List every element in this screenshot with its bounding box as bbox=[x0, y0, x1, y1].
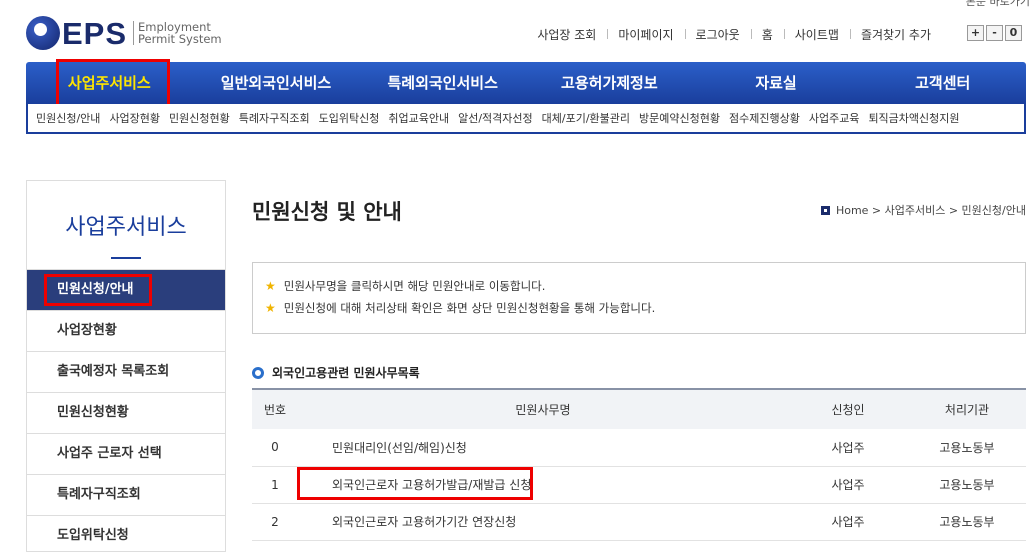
gnb-general-foreigner-service[interactable]: 일반외국인서비스 bbox=[193, 62, 360, 104]
breadcrumb-text: Home > 사업주서비스 > 민원신청/안내 bbox=[835, 204, 1026, 217]
cell-name-link[interactable]: 외국인근로자 고용허가기간 연장신청 bbox=[298, 503, 788, 541]
lnb-item-worker-selection[interactable]: 사업주 근로자 선택 bbox=[27, 433, 225, 474]
logo-subtitle-line2: Permit System bbox=[138, 32, 222, 46]
sub-nav: 민원신청/안내 사업장현황 민원신청현황 특례자구직조회 도입위탁신청 취업교육… bbox=[26, 104, 1026, 134]
gnb-resources[interactable]: 자료실 bbox=[693, 62, 860, 104]
subnav-item[interactable]: 도입위탁신청 bbox=[319, 110, 380, 126]
section-title-text: 외국인고용관련 민원사무목록 bbox=[272, 366, 420, 380]
eps-logo-icon bbox=[26, 16, 60, 50]
page-title: 민원신청 및 안내 bbox=[252, 200, 402, 224]
table-header-name: 민원사무명 bbox=[298, 388, 788, 429]
civil-affairs-table: 번호 민원사무명 신청인 처리기관 0 민원대리인(선임/해임)신청 사업주 고… bbox=[252, 388, 1026, 541]
subnav-item[interactable]: 특례자구직조회 bbox=[239, 110, 310, 126]
main-nav: 사업주서비스 일반외국인서비스 특례외국인서비스 고용허가제정보 자료실 고객센… bbox=[26, 62, 1026, 104]
left-nav: 사업주서비스 민원신청/안내 사업장현황 출국예정자 목록조회 민원신청현황 사… bbox=[26, 180, 226, 552]
notice-line: ★ 민원신청에 대해 처리상태 확인은 화면 상단 민원신청현황을 통해 가능합… bbox=[265, 300, 1013, 316]
table-header-agency: 처리기관 bbox=[908, 388, 1026, 429]
cell-applicant: 사업주 bbox=[788, 466, 908, 504]
notice-text: 민원신청에 대해 처리상태 확인은 화면 상단 민원신청현황을 통해 가능합니다… bbox=[283, 301, 656, 315]
cell-name-link[interactable]: 외국인근로자 고용허가발급/재발급 신청 bbox=[298, 466, 788, 504]
lnb-item-civil-application[interactable]: 민원신청/안내 bbox=[27, 269, 225, 310]
util-workplace-search[interactable]: 사업장 조회 bbox=[526, 26, 607, 43]
zoom-in-button[interactable]: + bbox=[967, 25, 984, 41]
util-add-favorite[interactable]: 즐겨찾기 추가 bbox=[849, 26, 942, 43]
breadcrumb: Home > 사업주서비스 > 민원신청/안내 bbox=[820, 202, 1026, 218]
cell-applicant: 사업주 bbox=[788, 503, 908, 541]
gnb-customer-center[interactable]: 고객센터 bbox=[859, 62, 1026, 104]
util-home[interactable]: 홈 bbox=[750, 26, 784, 43]
subnav-item[interactable]: 대체/포기/환불관리 bbox=[542, 110, 630, 126]
eps-logo[interactable]: EPS Employment Permit System bbox=[26, 16, 222, 50]
subnav-item[interactable]: 사업주교육 bbox=[809, 110, 860, 126]
table-header-row: 번호 민원사무명 신청인 처리기관 bbox=[252, 388, 1026, 429]
cell-name-link[interactable]: 민원대리인(선임/해임)신청 bbox=[298, 429, 788, 467]
section-title: 외국인고용관련 민원사무목록 bbox=[252, 364, 420, 381]
notice-line: ★ 민원사무명을 클릭하시면 해당 민원안내로 이동합니다. bbox=[265, 278, 1013, 294]
bullet-circle-icon bbox=[252, 366, 264, 379]
lnb-item-departure-list[interactable]: 출국예정자 목록조회 bbox=[27, 351, 225, 392]
subnav-item[interactable]: 퇴직금차액신청지원 bbox=[868, 110, 959, 126]
table-row: 2 외국인근로자 고용허가기간 연장신청 사업주 고용노동부 bbox=[252, 503, 1026, 541]
notice-box: ★ 민원사무명을 클릭하시면 해당 민원안내로 이동합니다. ★ 민원신청에 대… bbox=[252, 262, 1026, 334]
zoom-controls: + - 0 bbox=[967, 25, 1022, 41]
subnav-item[interactable]: 민원신청현황 bbox=[169, 110, 230, 126]
cell-agency: 고용노동부 bbox=[908, 429, 1026, 467]
star-icon: ★ bbox=[265, 279, 276, 293]
table-row: 1 외국인근로자 고용허가발급/재발급 신청 사업주 고용노동부 bbox=[252, 466, 1026, 504]
zoom-reset-button[interactable]: 0 bbox=[1005, 25, 1022, 41]
home-icon bbox=[820, 205, 830, 215]
table-header-no: 번호 bbox=[252, 388, 298, 429]
lnb-item-application-status[interactable]: 민원신청현황 bbox=[27, 392, 225, 433]
subnav-item[interactable]: 사업장현황 bbox=[109, 110, 160, 126]
utility-nav: 사업장 조회 마이페이지 로그아웃 홈 사이트맵 즐겨찾기 추가 bbox=[526, 26, 942, 43]
cell-agency: 고용노동부 bbox=[908, 503, 1026, 541]
lnb-item-special-job-search[interactable]: 특례자구직조회 bbox=[27, 474, 225, 515]
table-header-applicant: 신청인 bbox=[788, 388, 908, 429]
table-row: 0 민원대리인(선임/해임)신청 사업주 고용노동부 bbox=[252, 429, 1026, 467]
logo-subtitle: Employment Permit System bbox=[133, 21, 222, 45]
subnav-item[interactable]: 점수제진행상황 bbox=[729, 110, 800, 126]
subnav-item[interactable]: 민원신청/안내 bbox=[36, 110, 100, 126]
gnb-employer-service[interactable]: 사업주서비스 bbox=[26, 62, 193, 104]
cell-no: 2 bbox=[252, 503, 298, 541]
util-sitemap[interactable]: 사이트맵 bbox=[783, 26, 850, 43]
subnav-item[interactable]: 알선/적격자선정 bbox=[458, 110, 533, 126]
subnav-item[interactable]: 방문예약신청현황 bbox=[639, 110, 720, 126]
lnb-item-workplace-status[interactable]: 사업장현황 bbox=[27, 310, 225, 351]
cell-applicant: 사업주 bbox=[788, 429, 908, 467]
skip-to-content-link[interactable]: 본문 바로가기 bbox=[966, 0, 1030, 9]
logo-text: EPS bbox=[62, 15, 128, 51]
left-nav-title: 사업주서비스 bbox=[27, 181, 225, 269]
zoom-out-button[interactable]: - bbox=[986, 25, 1003, 41]
cell-no: 1 bbox=[252, 466, 298, 504]
gnb-special-foreigner-service[interactable]: 특례외국인서비스 bbox=[359, 62, 526, 104]
notice-text: 민원사무명을 클릭하시면 해당 민원안내로 이동합니다. bbox=[283, 279, 546, 293]
cell-no: 0 bbox=[252, 429, 298, 467]
star-icon: ★ bbox=[265, 301, 276, 315]
subnav-item[interactable]: 취업교육안내 bbox=[388, 110, 449, 126]
lnb-item-entrustment[interactable]: 도입위탁신청 bbox=[27, 515, 225, 552]
gnb-employment-permit-info[interactable]: 고용허가제정보 bbox=[526, 62, 693, 104]
util-mypage[interactable]: 마이페이지 bbox=[607, 26, 684, 43]
util-logout[interactable]: 로그아웃 bbox=[684, 26, 751, 43]
cell-agency: 고용노동부 bbox=[908, 466, 1026, 504]
